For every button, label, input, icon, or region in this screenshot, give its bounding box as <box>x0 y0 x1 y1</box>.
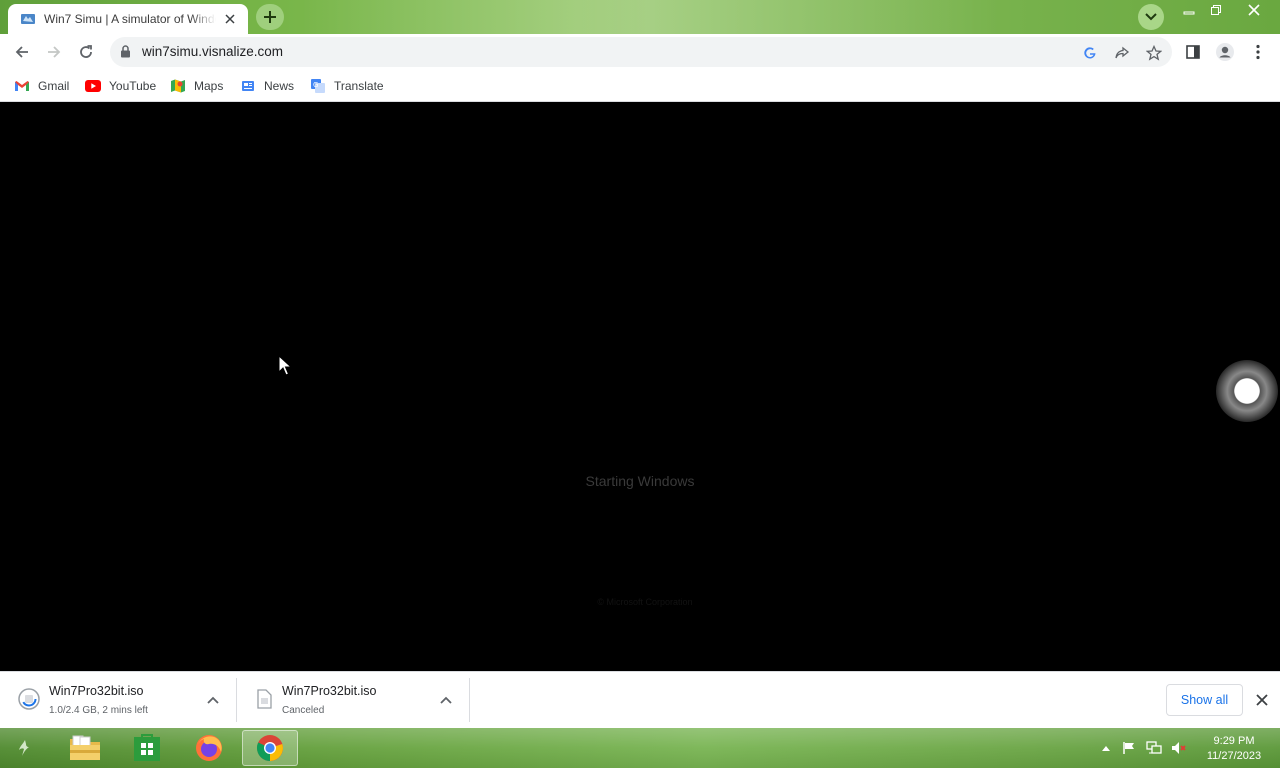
chevron-up-icon <box>1102 746 1110 751</box>
chevron-up-icon[interactable] <box>205 692 221 708</box>
address-bar[interactable]: win7simu.visnalize.com <box>110 37 1172 67</box>
download-status: 1.0/2.4 GB, 2 mins left <box>49 705 148 716</box>
start-button[interactable] <box>10 734 40 762</box>
firefox-icon <box>196 735 222 761</box>
download-item[interactable]: Win7Pro32bit.iso 1.0/2.4 GB, 2 mins left <box>0 672 236 728</box>
gmail-icon <box>14 78 30 94</box>
bookmark-gmail[interactable]: Gmail <box>14 76 69 96</box>
tab-strip: Win7 Simu | A simulator of Windows 7 <box>0 0 1280 34</box>
tab-search-button[interactable] <box>1138 4 1164 30</box>
arrow-right-icon <box>48 46 61 58</box>
youtube-icon <box>85 78 101 94</box>
copyright-text: © Microsoft Corporation <box>597 597 693 607</box>
tab-close-icon[interactable] <box>222 11 238 27</box>
chevron-up-icon[interactable] <box>438 692 454 708</box>
bookmark-label: Gmail <box>38 79 70 93</box>
tab-title: Win7 Simu | A simulator of Windows 7 <box>44 12 216 26</box>
taskbar-store[interactable] <box>119 730 175 766</box>
bookmark-label: Translate <box>334 79 384 93</box>
win7simu-favicon-icon <box>21 14 35 24</box>
bookmark-label: YouTube <box>109 79 157 93</box>
network-icon[interactable] <box>1145 740 1163 756</box>
browser-tab-active[interactable]: Win7 Simu | A simulator of Windows 7 <box>8 4 248 34</box>
download-filename: Win7Pro32bit.iso <box>282 684 377 698</box>
file-explorer-icon <box>70 735 100 760</box>
file-icon <box>257 689 272 709</box>
new-tab-button[interactable] <box>256 4 284 30</box>
close-window-button[interactable] <box>1232 0 1276 20</box>
minimize-icon <box>1183 11 1195 15</box>
back-button[interactable] <box>8 38 36 66</box>
download-status: Canceled <box>282 705 325 716</box>
volume-muted-icon[interactable] <box>1170 740 1188 756</box>
lock-icon[interactable] <box>120 45 131 58</box>
chevron-down-icon <box>1145 13 1157 21</box>
taskbar-file-explorer[interactable] <box>57 730 113 766</box>
taskbar-firefox[interactable] <box>181 730 237 766</box>
mouse-pointer-icon <box>278 355 292 376</box>
download-shelf: Win7Pro32bit.iso 1.0/2.4 GB, 2 mins left… <box>0 671 1280 728</box>
download-filename: Win7Pro32bit.iso <box>49 684 144 698</box>
store-icon <box>134 734 160 761</box>
news-icon <box>240 78 256 94</box>
bookmarks-bar: Gmail YouTube Maps News G Translate <box>0 70 1280 102</box>
restore-icon <box>1211 5 1221 15</box>
start-logo-icon <box>19 740 29 756</box>
download-item[interactable]: Win7Pro32bit.iso Canceled <box>237 672 469 728</box>
svg-text:G: G <box>313 81 318 89</box>
share-icon[interactable] <box>1112 43 1132 63</box>
bookmark-label: News <box>264 79 295 93</box>
reload-button[interactable] <box>72 38 100 66</box>
windows-taskbar: 9:29 PM 11/27/2023 <box>0 728 1280 768</box>
tab-strip-sheen <box>300 0 1000 34</box>
show-hidden-icons-button[interactable] <box>1097 740 1115 756</box>
maps-icon <box>170 78 186 94</box>
show-all-downloads-button[interactable]: Show all <box>1166 684 1243 716</box>
divider <box>469 678 470 722</box>
system-clock[interactable]: 9:29 PM 11/27/2023 <box>1196 734 1272 764</box>
assistive-touch-button[interactable] <box>1216 360 1278 422</box>
close-download-shelf-icon[interactable] <box>1253 691 1271 709</box>
action-center-flag-icon[interactable] <box>1120 740 1138 756</box>
close-icon <box>1248 4 1260 16</box>
plus-icon <box>264 11 276 23</box>
more-menu-icon[interactable] <box>1245 39 1271 65</box>
url-text: win7simu.visnalize.com <box>142 44 284 59</box>
bookmark-label: Maps <box>194 79 224 93</box>
reload-icon <box>80 45 92 58</box>
browser-toolbar: win7simu.visnalize.com <box>0 34 1280 70</box>
bookmark-maps[interactable]: Maps <box>170 76 223 96</box>
bookmark-youtube[interactable]: YouTube <box>85 76 156 96</box>
bookmark-star-icon[interactable] <box>1144 43 1164 63</box>
translate-icon: G <box>310 78 326 94</box>
disc-image-file-icon <box>18 688 40 710</box>
forward-button[interactable] <box>40 38 68 66</box>
restore-button[interactable] <box>1204 0 1228 20</box>
bookmark-news[interactable]: News <box>240 76 294 96</box>
clock-time: 9:29 PM <box>1213 735 1255 747</box>
bookmark-translate[interactable]: G Translate <box>310 76 384 96</box>
chrome-icon <box>256 735 283 761</box>
minimize-button[interactable] <box>1176 0 1202 20</box>
taskbar-chrome[interactable] <box>242 730 298 766</box>
google-lens-icon[interactable] <box>1080 43 1100 63</box>
clock-date: 11/27/2023 <box>1206 750 1262 762</box>
side-panel-icon[interactable] <box>1180 39 1206 65</box>
boot-status-text: Starting Windows <box>585 473 695 489</box>
page-viewport[interactable]: Starting Windows © Microsoft Corporation <box>0 103 1280 671</box>
profile-avatar-icon[interactable] <box>1212 39 1238 65</box>
arrow-left-icon <box>15 46 28 58</box>
